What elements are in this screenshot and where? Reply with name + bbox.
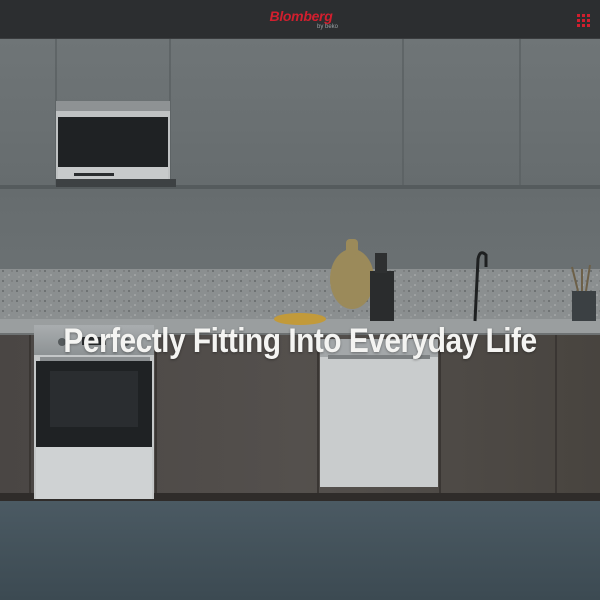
kitchen-scene-image [0,39,600,600]
brand-name: Blomberg [269,8,333,24]
top-navigation-bar: Blomberg by beko [0,0,600,39]
brand-logo[interactable]: Blomberg by beko [258,9,344,33]
hero-banner: Perfectly Fitting Into Everyday Life [0,39,600,600]
grid-menu-icon[interactable] [577,14,591,28]
brand-subline: by beko [316,24,338,30]
hero-headline: Perfectly Fitting Into Everyday Life [63,322,537,360]
